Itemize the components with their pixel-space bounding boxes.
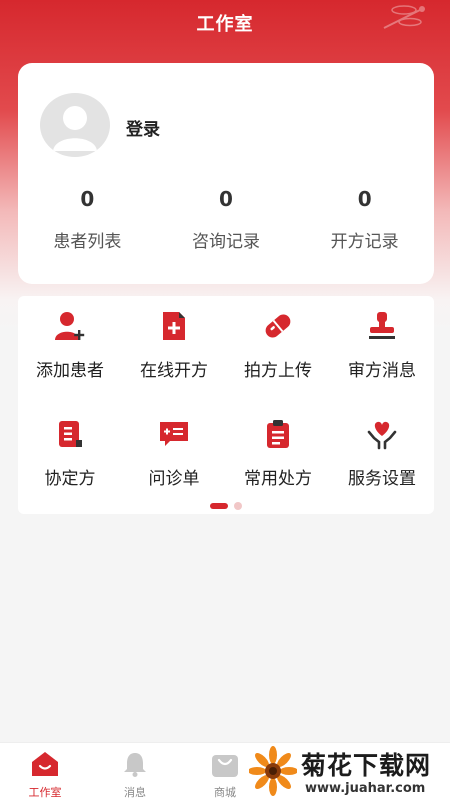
function-grid-card: 添加患者 在线开方 拍方上传 审方消息 协定方 问诊单 常用处方 服务设置 xyxy=(18,296,434,514)
grid-item-label: 服务设置 xyxy=(348,469,416,489)
home-icon xyxy=(32,752,58,776)
grid-item-label: 审方消息 xyxy=(348,361,416,381)
watermark: 菊花下载网 www.juahar.com xyxy=(245,744,450,800)
online-prescription-icon xyxy=(163,312,185,340)
watermark-url: www.juahar.com xyxy=(305,781,426,796)
tab-messages[interactable]: 消息 xyxy=(90,743,180,801)
consultation-form-icon xyxy=(160,422,188,446)
grid-item-add-patient[interactable]: 添加患者 xyxy=(18,306,122,414)
grid-item-online-prescription[interactable]: 在线开方 xyxy=(122,306,226,414)
grid-item-label: 在线开方 xyxy=(140,361,208,381)
add-patient-icon xyxy=(55,312,85,340)
stat-value: 0 xyxy=(357,187,372,211)
stat-label: 开方记录 xyxy=(330,232,399,252)
avatar[interactable] xyxy=(40,93,110,157)
grid-item-review-messages[interactable]: 审方消息 xyxy=(330,306,434,414)
function-grid: 添加患者 在线开方 拍方上传 审方消息 协定方 问诊单 常用处方 服务设置 xyxy=(18,306,434,522)
tab-label: 消息 xyxy=(124,786,146,799)
tab-label: 工作室 xyxy=(28,786,62,799)
agreed-prescription-icon xyxy=(59,421,82,447)
page-indicator-active-dot xyxy=(210,502,228,509)
chrysanthemum-logo-icon xyxy=(249,746,297,796)
grid-item-photo-upload[interactable]: 拍方上传 xyxy=(226,306,330,414)
grid-item-label: 协定方 xyxy=(44,469,96,489)
page-indicator-dot[interactable] xyxy=(234,501,242,510)
tab-studio[interactable]: 工作室 xyxy=(0,743,90,801)
stat-prescription-records[interactable]: 0 开方记录 xyxy=(295,187,434,257)
stat-label: 患者列表 xyxy=(53,232,122,252)
stat-label: 咨询记录 xyxy=(192,232,260,252)
heart-hand-icon xyxy=(367,421,397,450)
clipboard-icon xyxy=(267,420,289,448)
grid-item-label: 常用处方 xyxy=(244,469,312,489)
stat-patient-list[interactable]: 0 患者列表 xyxy=(18,187,157,257)
stat-consult-records[interactable]: 0 咨询记录 xyxy=(157,187,296,257)
stat-value: 0 xyxy=(219,187,233,211)
dragonfly-decoration-icon xyxy=(383,5,425,29)
grid-item-label: 问诊单 xyxy=(148,469,200,489)
stats-row: 0 患者列表 0 咨询记录 0 开方记录 xyxy=(18,187,434,257)
shop-bag-icon xyxy=(212,755,238,777)
profile-card: 登录 0 患者列表 0 咨询记录 0 开方记录 xyxy=(18,63,434,284)
stat-value: 0 xyxy=(80,187,95,211)
stamp-icon xyxy=(369,312,395,339)
login-link[interactable]: 登录 xyxy=(126,115,160,140)
bell-icon xyxy=(124,753,146,777)
pill-upload-icon xyxy=(265,314,291,338)
watermark-title: 菊花下载网 xyxy=(301,751,432,780)
user-placeholder-icon xyxy=(53,106,97,151)
page-indicator xyxy=(18,495,434,514)
grid-item-label: 添加患者 xyxy=(36,361,104,381)
grid-item-label: 拍方上传 xyxy=(244,361,312,381)
